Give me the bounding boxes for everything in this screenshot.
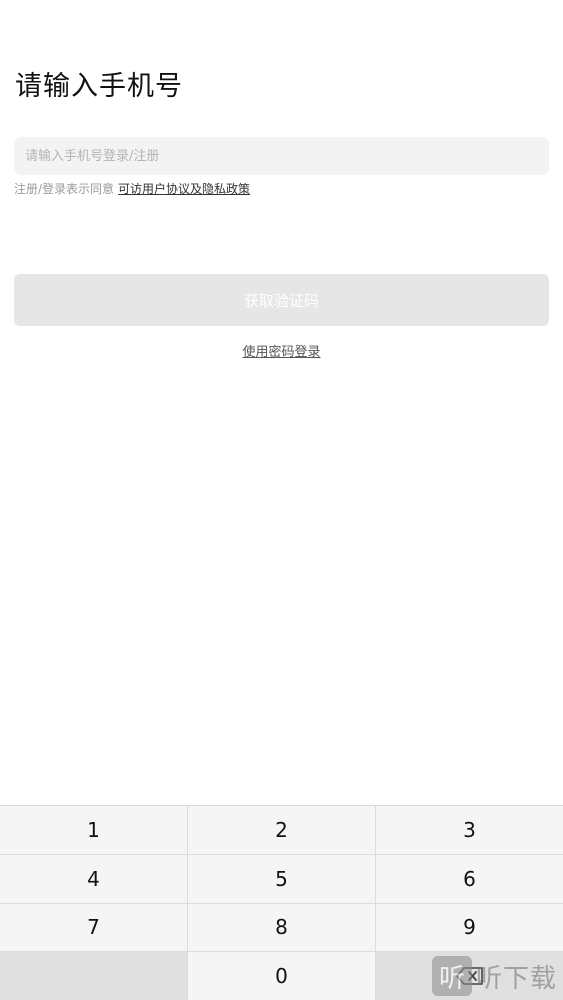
key-3[interactable]: 3 — [376, 806, 563, 854]
agreement-row: 注册/登录表示同意 可访用户协议及隐私政策 — [14, 180, 250, 197]
numeric-keypad: 1 2 3 4 5 6 7 8 9 0 — [0, 805, 563, 1000]
get-code-button[interactable]: 获取验证码 — [14, 274, 549, 326]
key-1[interactable]: 1 — [0, 806, 187, 854]
key-4[interactable]: 4 — [0, 854, 187, 903]
key-delete[interactable] — [376, 952, 563, 1000]
key-6[interactable]: 6 — [376, 854, 563, 903]
key-5[interactable]: 5 — [188, 854, 375, 903]
phone-input[interactable] — [14, 137, 549, 175]
key-7[interactable]: 7 — [0, 903, 187, 952]
key-8[interactable]: 8 — [188, 903, 375, 952]
key-9[interactable]: 9 — [376, 903, 563, 952]
backspace-icon — [455, 967, 483, 985]
password-login-row: 使用密码登录 — [0, 341, 563, 360]
agreement-link[interactable]: 可访用户协议及隐私政策 — [118, 182, 250, 196]
key-0[interactable]: 0 — [188, 952, 375, 1000]
password-login-link[interactable]: 使用密码登录 — [242, 345, 320, 360]
page-title: 请输入手机号 — [15, 71, 183, 102]
key-2[interactable]: 2 — [188, 806, 375, 854]
key-blank — [0, 952, 187, 1000]
agreement-prefix: 注册/登录表示同意 — [14, 182, 115, 196]
